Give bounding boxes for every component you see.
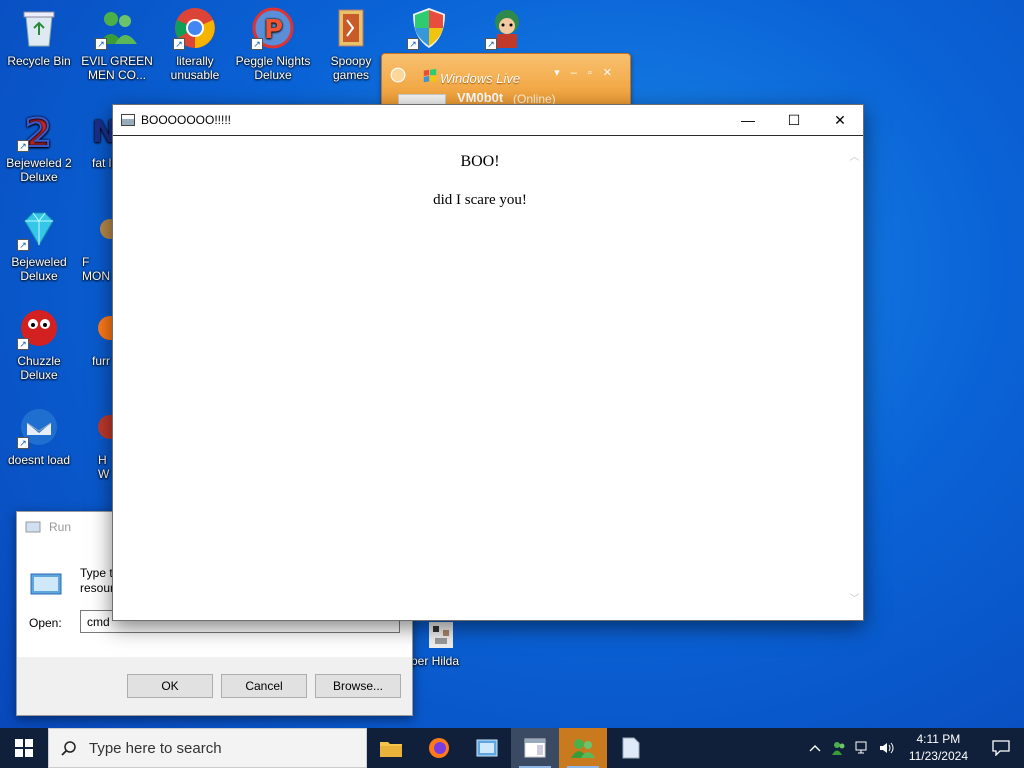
clock-time: 4:11 PM: [916, 732, 961, 746]
open-label: Open:: [29, 616, 62, 630]
browse-button[interactable]: Browse...: [315, 674, 401, 698]
live-circle-icon: [390, 67, 406, 83]
recycle-bin-icon: [17, 6, 61, 50]
run-icon: [25, 521, 41, 533]
minimize-button[interactable]: —: [725, 105, 771, 135]
desktop-icon-label: Spoopy games: [330, 54, 372, 82]
boo-body-text: did I scare you!: [433, 192, 527, 208]
run-program-icon: [476, 739, 498, 757]
diamond-gem-icon: ↗: [17, 207, 61, 251]
desktop-icon-h-w[interactable]: H W: [60, 405, 120, 481]
desktop-icon-label: EVIL GREEN MEN CO...: [81, 54, 153, 82]
notification-icon: [992, 740, 1010, 756]
vertical-scrollbar[interactable]: ︿ ﹀: [846, 137, 863, 620]
messenger-buddies-icon: ↗: [95, 6, 139, 50]
desktop-icon-fat-lik[interactable]: N fat lik: [60, 108, 120, 170]
desktop-icon-evil-green-men[interactable]: ↗ EVIL GREEN MEN CO...: [78, 6, 156, 82]
folder-icon: [329, 6, 373, 50]
desktop-icon-label: fat lik: [92, 156, 121, 170]
desktop-icon-f-mon[interactable]: F MON: [60, 207, 120, 283]
wlm-window-controls[interactable]: ▾ – ▫ ✕: [554, 66, 616, 79]
shortcut-arrow-icon: ↗: [17, 338, 29, 350]
shortcut-arrow-icon: ↗: [485, 38, 497, 50]
desktop-icon-furr[interactable]: furr: [60, 306, 120, 368]
desktop-icon-label: literally unusable: [170, 54, 220, 82]
desktop-icon-label: F MON: [82, 255, 110, 283]
desktop-icon-label: Peggle Nights Deluxe: [235, 54, 311, 82]
run-title: Run: [49, 520, 72, 534]
window-title: BOOOOOOO!!!!!: [141, 113, 232, 127]
boo-window[interactable]: BOOOOOOO!!!!! — ☐ ✕ BOO! did I scare you…: [112, 104, 864, 621]
partial-app-icon: [94, 405, 114, 449]
folder-icon: [380, 742, 402, 757]
taskbar-search-box[interactable]: Type here to search: [48, 728, 367, 768]
start-button[interactable]: [0, 728, 48, 768]
taskbar-firefox[interactable]: [415, 728, 463, 768]
peggle-icon: P ↗: [251, 6, 295, 50]
messenger-tray-icon[interactable]: [827, 740, 851, 756]
search-placeholder: Type here to search: [89, 739, 222, 757]
windows-flag-icon: [423, 68, 437, 83]
app-window-icon: [121, 114, 135, 126]
shortcut-arrow-icon: ↗: [251, 38, 263, 50]
chevron-up-icon[interactable]: [803, 744, 827, 752]
desktop-icon-shield[interactable]: ↗: [390, 6, 468, 54]
scroll-down-icon[interactable]: ﹀: [848, 593, 861, 606]
partial-app-icon: [94, 207, 114, 251]
boo-titlebar[interactable]: BOOOOOOO!!!!! — ☐ ✕: [113, 105, 863, 136]
taskbar-file-explorer[interactable]: [367, 728, 415, 768]
desktop-icon-recycle-bin[interactable]: Recycle Bin: [0, 6, 78, 68]
taskbar-messenger[interactable]: [559, 728, 607, 768]
game-character-icon: ↗: [485, 6, 529, 50]
close-button[interactable]: ✕: [817, 105, 863, 135]
taskbar-clock[interactable]: 4:11 PM 11/23/2024: [899, 731, 978, 765]
boo-heading: BOO!: [460, 153, 500, 170]
svg-text:P: P: [264, 15, 283, 45]
desktop-icon-chrome[interactable]: ↗ literally unusable: [156, 6, 234, 82]
shortcut-arrow-icon: ↗: [17, 437, 29, 449]
desktop-icon-character[interactable]: ↗: [468, 6, 546, 54]
maximize-button[interactable]: ☐: [771, 105, 817, 135]
shortcut-arrow-icon: ↗: [17, 140, 29, 152]
ok-button[interactable]: OK: [127, 674, 213, 698]
clock-date: 11/23/2024: [908, 749, 968, 763]
desktop-icon-label: H W: [98, 453, 110, 481]
scroll-up-icon[interactable]: ︿: [848, 151, 861, 164]
shortcut-arrow-icon: ↗: [95, 38, 107, 50]
taskbar: Type here to search 4:11 PM 11/23/2024: [0, 728, 1024, 768]
chrome-icon: ↗: [173, 6, 217, 50]
wlm-username: VM0b0t: [457, 90, 504, 105]
notification-center-button[interactable]: [978, 728, 1024, 768]
system-tray: 4:11 PM 11/23/2024: [803, 728, 1024, 768]
firefox-partial-icon: [94, 306, 114, 350]
search-icon: [61, 741, 76, 756]
taskbar-run[interactable]: [463, 728, 511, 768]
chuzzle-icon: ↗: [17, 306, 61, 350]
run-program-icon: [30, 573, 62, 595]
desktop-icon-label: Recycle Bin: [7, 54, 71, 68]
thunderbird-icon: ↗: [17, 405, 61, 449]
wlm-title: Windows Live: [440, 71, 521, 86]
messenger-buddies-icon: [571, 739, 595, 758]
app-window-icon: [524, 738, 546, 758]
bejeweled-2-icon: 2 ↗: [17, 108, 61, 152]
shortcut-arrow-icon: ↗: [173, 38, 185, 50]
windows-shield-icon: ↗: [407, 6, 451, 50]
windows-logo-icon: [15, 739, 33, 757]
shortcut-arrow-icon: ↗: [17, 239, 29, 251]
desktop-icon-peggle[interactable]: P ↗ Peggle Nights Deluxe: [234, 6, 312, 82]
firefox-icon: [429, 738, 449, 758]
volume-icon[interactable]: [875, 741, 899, 755]
cancel-button[interactable]: Cancel: [221, 674, 307, 698]
taskbar-boo-window[interactable]: [511, 728, 559, 768]
shortcut-arrow-icon: ↗: [407, 38, 419, 50]
network-icon[interactable]: [851, 741, 875, 755]
desktop-icon-label: furr: [92, 354, 110, 368]
document-icon: [622, 737, 640, 759]
pixel-cat-icon: [415, 620, 455, 650]
boo-content: BOO! did I scare you!: [113, 137, 863, 620]
taskbar-notepad[interactable]: [607, 728, 655, 768]
desktop-icon-spoopy-games[interactable]: Spoopy games: [312, 6, 390, 82]
